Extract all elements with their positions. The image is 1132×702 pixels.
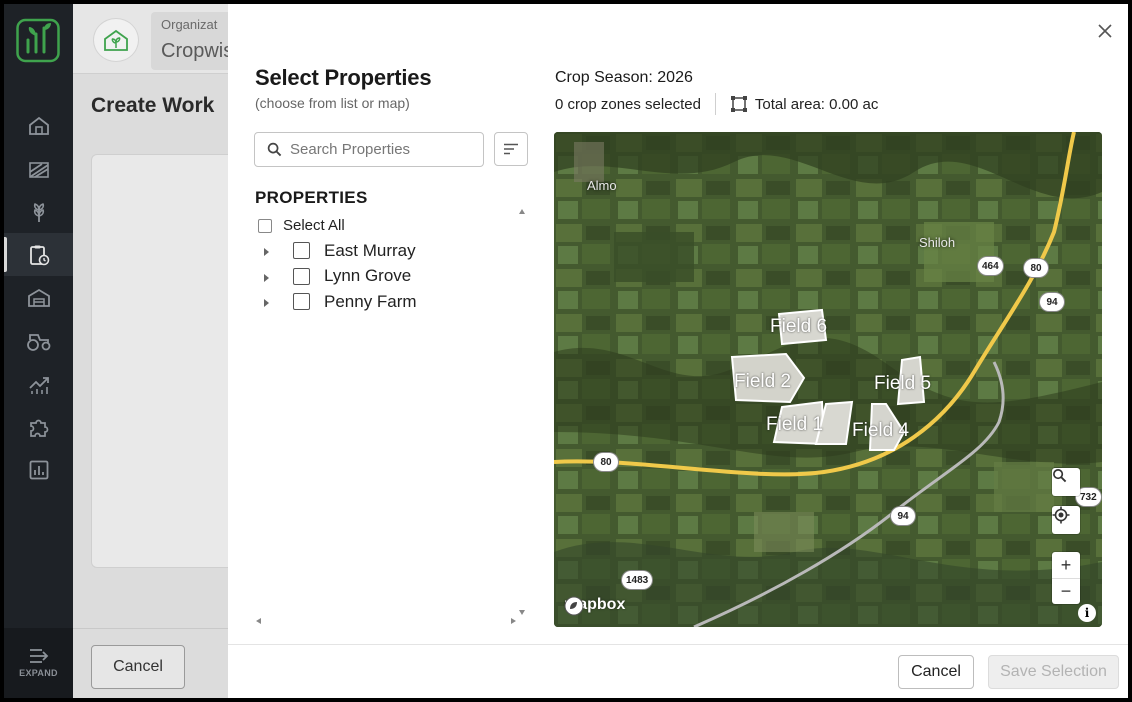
- page-cancel-button[interactable]: Cancel: [91, 645, 185, 689]
- crop-season: Crop Season: 2026: [555, 69, 693, 86]
- select-all-row[interactable]: Select All: [258, 217, 345, 234]
- close-button[interactable]: [1094, 20, 1116, 42]
- zoom-out-button[interactable]: −: [1052, 578, 1080, 604]
- sidebar-item-integrations[interactable]: [4, 405, 73, 448]
- sidebar-item-warehouse[interactable]: [4, 276, 73, 319]
- sidebar: EXPAND: [4, 4, 73, 698]
- road-shield: 80: [594, 453, 618, 471]
- modal-title: Select Properties: [255, 65, 432, 90]
- selection-stats: 0 crop zones selected Total area: 0.00 a…: [555, 93, 878, 115]
- zones-selected-count: 0 crop zones selected: [555, 95, 701, 113]
- property-checkbox[interactable]: [293, 242, 310, 260]
- property-name: Lynn Grove: [324, 266, 412, 286]
- road-shield: 80: [1024, 259, 1048, 277]
- sidebar-item-home[interactable]: [4, 104, 73, 147]
- modal-footer: Cancel Save Selection: [228, 644, 1128, 698]
- farm-icon: [104, 29, 128, 51]
- modal-subtitle: (choose from list or map): [255, 95, 410, 111]
- tractor-icon: [26, 333, 50, 351]
- road-shield: 94: [891, 507, 915, 525]
- expand-caret-icon[interactable]: [264, 299, 269, 308]
- cancel-button[interactable]: Cancel: [898, 655, 974, 689]
- list-scroll-right[interactable]: [511, 618, 516, 624]
- field-icon: [28, 161, 49, 178]
- property-row[interactable]: East Murray: [264, 238, 417, 264]
- report-icon: [29, 460, 48, 479]
- worklog-icon: [29, 245, 49, 265]
- crop-icon: [33, 202, 44, 222]
- save-selection-button[interactable]: Save Selection: [988, 655, 1119, 689]
- satellite-imagery: [554, 132, 1102, 627]
- sidebar-item-reports[interactable]: [4, 448, 73, 491]
- mapbox-attribution[interactable]: mapbox: [564, 596, 625, 616]
- sort-icon: [504, 143, 518, 155]
- puzzle-icon: [29, 419, 48, 437]
- select-all-label: Select All: [283, 217, 345, 234]
- map-search-button[interactable]: [1052, 468, 1080, 496]
- properties-heading: PROPERTIES: [255, 188, 368, 207]
- search-icon: [267, 142, 282, 157]
- page-title: Create Work: [91, 94, 215, 117]
- sidebar-expand-button[interactable]: EXPAND: [4, 628, 73, 698]
- property-row[interactable]: Lynn Grove: [264, 264, 417, 290]
- expand-icon: [29, 649, 48, 663]
- field-label[interactable]: Field 5: [874, 373, 931, 395]
- property-map[interactable]: Almo Shiloh 464 80 94 80 94 732 1483 Fie…: [554, 132, 1102, 627]
- property-name: East Murray: [324, 240, 416, 260]
- property-checkbox[interactable]: [293, 293, 310, 311]
- properties-tree: East Murray Lynn Grove Penny Farm: [264, 238, 417, 315]
- expand-caret-icon[interactable]: [264, 248, 269, 257]
- sort-button[interactable]: [494, 132, 528, 166]
- growth-icon: [28, 376, 49, 394]
- total-area: Total area: 0.00 ac: [754, 95, 879, 113]
- select-properties-modal: Select Properties (choose from list or m…: [228, 4, 1128, 698]
- sidebar-nav: [4, 104, 73, 491]
- org-avatar[interactable]: [93, 18, 139, 62]
- road-shield: 1483: [622, 571, 653, 589]
- stats-divider: [714, 93, 716, 115]
- town-label: Almo: [587, 178, 617, 193]
- field-label[interactable]: Field 6: [770, 316, 827, 338]
- list-scroll-down[interactable]: [519, 610, 525, 615]
- search-box: [254, 132, 484, 167]
- map-locate-button[interactable]: [1052, 506, 1080, 534]
- area-icon: [730, 96, 747, 112]
- locate-icon: [1052, 506, 1070, 524]
- org-label: Organizat: [161, 17, 218, 32]
- close-icon: [1098, 24, 1112, 38]
- property-row[interactable]: Penny Farm: [264, 289, 417, 315]
- field-label[interactable]: Field 4: [852, 420, 909, 442]
- cropwise-logo[interactable]: [16, 14, 60, 66]
- expand-label: EXPAND: [19, 668, 58, 678]
- select-all-checkbox[interactable]: [258, 218, 272, 233]
- road-shield: 464: [978, 257, 1003, 275]
- field-label[interactable]: Field 1: [766, 414, 823, 436]
- field-label[interactable]: Field 2: [734, 371, 791, 393]
- expand-caret-icon[interactable]: [264, 273, 269, 282]
- list-scroll-left[interactable]: [256, 618, 261, 624]
- map-info-button[interactable]: i: [1078, 604, 1096, 622]
- org-name: Cropwis: [161, 40, 234, 62]
- sidebar-item-worklog[interactable]: [4, 233, 73, 276]
- road-shield: 94: [1040, 293, 1064, 311]
- mapbox-logo-icon: [564, 596, 584, 616]
- list-scroll-up[interactable]: [519, 209, 525, 214]
- town-label: Shiloh: [919, 235, 956, 250]
- sidebar-item-fields[interactable]: [4, 147, 73, 190]
- property-name: Penny Farm: [324, 291, 417, 311]
- home-icon: [28, 116, 49, 135]
- zoom-controls: + −: [1052, 552, 1080, 604]
- sidebar-item-equipment[interactable]: [4, 319, 73, 362]
- property-checkbox[interactable]: [293, 267, 310, 285]
- search-input[interactable]: [290, 141, 470, 158]
- search-icon: [1053, 469, 1067, 483]
- sidebar-item-insights[interactable]: [4, 362, 73, 405]
- sidebar-item-crops[interactable]: [4, 190, 73, 233]
- warehouse-icon: [27, 288, 50, 307]
- zoom-in-button[interactable]: +: [1052, 552, 1080, 578]
